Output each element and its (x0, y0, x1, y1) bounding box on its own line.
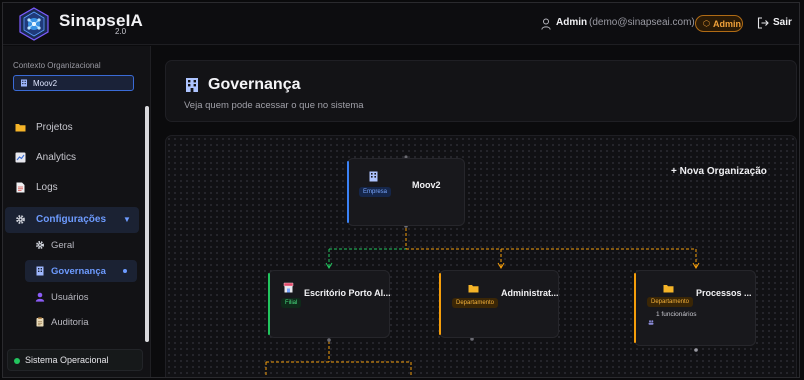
node-accent-bar (634, 273, 636, 343)
building-icon (36, 266, 44, 276)
status-label: Sistema Operacional (25, 355, 109, 365)
clipboard-icon (36, 317, 44, 327)
building-icon (369, 171, 378, 182)
logout-button[interactable]: Sair (773, 17, 792, 28)
status-dot (14, 358, 20, 364)
sidebar-item-analytics[interactable]: Analytics (5, 147, 139, 169)
building-icon (186, 78, 198, 92)
sidebar-subitem-auditoria[interactable]: Auditoria (25, 311, 137, 333)
node-name: Administrat... (501, 288, 559, 298)
folder-icon (663, 285, 674, 293)
context-label: Contexto Organizacional (13, 61, 101, 70)
node-name: Moov2 (412, 180, 441, 190)
org-node-empresa[interactable]: Empresa Moov2 (347, 158, 465, 226)
node-type-badge: Departamento (647, 297, 694, 307)
sidebar-subitem-usuarios[interactable]: Usuários (25, 286, 137, 308)
user-email: (demo@sinapseai.com) (589, 17, 695, 28)
sidebar-subitem-label: Governança (51, 266, 106, 277)
node-name: Escritório Porto Al... (304, 288, 391, 298)
active-indicator-dot (123, 269, 127, 273)
folder-icon (15, 124, 26, 132)
node-type-badge: Departamento (452, 298, 499, 308)
sidebar-item-label: Configurações (36, 214, 107, 225)
user-icon (35, 292, 45, 302)
sidebar-item-logs[interactable]: Logs (5, 177, 139, 199)
sidebar-scrollbar[interactable] (145, 106, 149, 342)
document-icon (16, 182, 25, 193)
org-node-departamento-2[interactable]: Departamento Processos ... 1 funcionário… (634, 270, 756, 346)
top-bar: SinapseIA 2.0 Admin (demo@sinapseai.com)… (3, 3, 799, 45)
sidebar-subitem-label: Auditoria (51, 317, 89, 328)
new-organization-button[interactable]: + Nova Organização (671, 166, 767, 177)
sidebar-subitem-governanca[interactable]: Governança (25, 260, 137, 282)
sidebar-subitem-label: Usuários (51, 292, 89, 303)
role-badge: ⬡ Admin (695, 15, 743, 32)
sidebar-item-label: Logs (36, 182, 58, 193)
page-subtitle: Veja quem pode acessar o que no sistema (184, 100, 364, 111)
app-window: SinapseIA 2.0 Admin (demo@sinapseai.com)… (2, 2, 800, 378)
node-accent-bar (347, 161, 349, 223)
node-accent-bar (268, 273, 270, 335)
user-icon (541, 18, 551, 30)
building-icon (21, 79, 27, 87)
chart-icon (15, 152, 26, 163)
brain-logo-icon[interactable] (17, 7, 51, 41)
role-label: Admin (713, 19, 741, 29)
shield-icon: ⬡ (703, 19, 710, 28)
sidebar-item-label: Analytics (36, 152, 77, 163)
store-icon (283, 282, 294, 293)
chevron-down-icon: ▼ (123, 215, 131, 224)
node-employee-count: 1 funcionários (656, 311, 697, 318)
sidebar: Contexto Organizacional Moov2 Projetos A… (3, 46, 151, 377)
logout-icon[interactable] (757, 17, 769, 29)
sidebar-item-configuracoes[interactable]: Configurações ▼ (5, 207, 139, 233)
node-type-badge: Empresa (359, 187, 392, 197)
folder-icon (468, 285, 479, 293)
app-name: SinapseIA (59, 11, 143, 30)
node-accent-bar (439, 273, 441, 335)
context-value: Moov2 (33, 79, 58, 88)
sidebar-subitem-geral[interactable]: Geral (25, 234, 137, 256)
gear-icon (16, 215, 25, 224)
sidebar-subitem-label: Geral (51, 240, 75, 251)
gear-icon (36, 241, 44, 249)
org-node-departamento-1[interactable]: Departamento Administrat... (439, 270, 559, 338)
org-node-filial[interactable]: Filial Escritório Porto Al... (268, 270, 391, 338)
org-chart-canvas[interactable]: + Nova Organização Empresa Moov2 Filial … (165, 135, 797, 377)
node-type-badge: Filial (281, 298, 302, 308)
page-header-card: Governança Veja quem pode acessar o que … (165, 60, 797, 122)
context-selector[interactable]: Moov2 (13, 75, 134, 91)
app-version: 2.0 (115, 27, 127, 36)
page-title: Governança (208, 76, 301, 93)
sidebar-item-projetos[interactable]: Projetos (5, 117, 139, 139)
user-name: Admin (556, 17, 588, 28)
users-icon (648, 312, 654, 325)
sidebar-item-label: Projetos (36, 122, 73, 133)
node-name: Processos ... (696, 288, 752, 298)
system-status: Sistema Operacional (7, 349, 143, 371)
